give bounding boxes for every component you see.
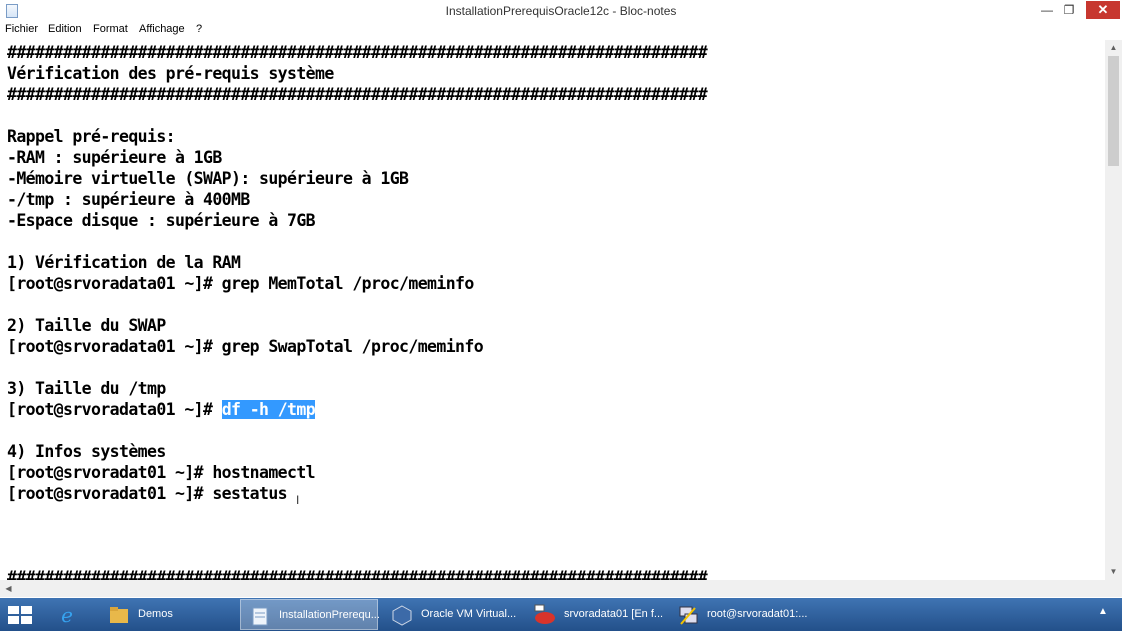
taskbar-label: root@srvoradat01:... (707, 608, 808, 620)
selected-text: df -h /tmp (221, 400, 316, 419)
taskbar-label: Oracle VM Virtual... (421, 608, 517, 620)
menu-help[interactable]: ? (196, 23, 202, 35)
scroll-left-icon[interactable]: ◀ (0, 580, 17, 597)
folder-icon (110, 607, 128, 623)
ie-icon: e (61, 604, 73, 626)
taskbar-item-ie[interactable]: e (48, 599, 94, 630)
taskbar-label: Demos (138, 608, 173, 620)
window-title: InstallationPrerequisOracle12c - Bloc-no… (445, 4, 677, 18)
scrollbar-corner (1105, 580, 1122, 597)
close-button[interactable]: ✕ (1086, 1, 1120, 19)
taskbar-item-notepad[interactable]: InstallationPrerequ... (240, 599, 380, 630)
taskbar-label: srvoradata01 [En f... (564, 608, 664, 620)
text-cursor-icon: I (296, 493, 300, 507)
editor-line: [root@srvoradat01 ~]# hostnamectl (7, 463, 316, 482)
editor-line: [root@srvoradat01 ~]# sestatus (7, 484, 288, 503)
svg-text:e: e (61, 604, 73, 626)
virtualbox-icon (392, 605, 412, 626)
title-bar: InstallationPrerequisOracle12c - Bloc-no… (0, 0, 1122, 22)
horizontal-scrollbar[interactable]: ◀ (0, 580, 1105, 597)
menu-format[interactable]: Format (93, 23, 128, 35)
editor-line: ########################################… (7, 43, 708, 62)
notepad-icon (252, 607, 268, 626)
editor-line: ########################################… (7, 568, 708, 580)
scroll-up-icon[interactable]: ▲ (1105, 40, 1122, 56)
editor-line: Rappel pré-requis: (7, 127, 176, 146)
editor-line: 1) Vérification de la RAM (7, 253, 241, 272)
taskbar-item-putty[interactable]: root@srvoradat01:... (669, 599, 807, 630)
restore-button[interactable]: ❐ (1058, 1, 1080, 19)
minimize-button[interactable]: — (1036, 1, 1058, 19)
editor-line: -/tmp : supérieure à 400MB (7, 190, 250, 209)
menu-edition[interactable]: Edition (48, 23, 82, 35)
taskbar: e Demos InstallationPrerequ... Oracle VM… (0, 598, 1122, 631)
menu-bar: Fichier Edition Format Affichage ? (0, 22, 1122, 39)
menu-affichage[interactable]: Affichage (139, 23, 185, 35)
editor-line: -RAM : supérieure à 1GB (7, 148, 222, 167)
text-editor-area[interactable]: ########################################… (0, 40, 1105, 580)
menu-fichier[interactable]: Fichier (5, 23, 38, 35)
editor-line: [root@srvoradata01 ~]# grep MemTotal /pr… (7, 274, 474, 293)
editor-line: Vérification des pré-requis système (7, 64, 334, 83)
taskbar-item-virtualbox[interactable]: Oracle VM Virtual... (383, 599, 521, 630)
taskbar-label: InstallationPrerequ... (279, 609, 380, 621)
tray-expand-icon[interactable]: ▲ (1098, 606, 1108, 617)
editor-line: 3) Taille du /tmp (7, 379, 166, 398)
vertical-scrollbar[interactable]: ▲ ▼ (1105, 40, 1122, 580)
editor-line: [root@srvoradata01 ~]# df -h /tmp (7, 400, 316, 419)
taskbar-item-demos[interactable]: Demos (100, 599, 235, 630)
putty-icon (679, 606, 698, 625)
start-button[interactable] (8, 606, 32, 624)
vm-redhat-icon (534, 604, 555, 624)
editor-line: -Espace disque : supérieure à 7GB (7, 211, 316, 230)
editor-line: -Mémoire virtuelle (SWAP): supérieure à … (7, 169, 409, 188)
taskbar-item-vm-srvoradata01[interactable]: srvoradata01 [En f... (526, 599, 664, 630)
editor-line: [root@srvoradata01 ~]# grep SwapTotal /p… (7, 337, 484, 356)
editor-line: 2) Taille du SWAP (7, 316, 166, 335)
editor-line: ########################################… (7, 85, 708, 104)
scroll-down-icon[interactable]: ▼ (1105, 564, 1122, 580)
editor-content[interactable]: ########################################… (0, 40, 1105, 580)
editor-line: 4) Infos systèmes (7, 442, 166, 461)
vertical-scroll-thumb[interactable] (1108, 56, 1119, 166)
